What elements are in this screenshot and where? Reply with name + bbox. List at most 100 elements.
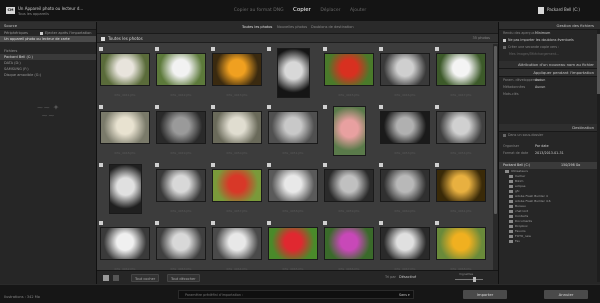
tab-duplicates[interactable]: Doublons de destination xyxy=(311,25,354,29)
photo-cell[interactable]: IMG_4051.JPG xyxy=(265,102,321,160)
photo-cell[interactable]: IMG_4047.JPG xyxy=(433,44,489,102)
photo-thumbnail[interactable] xyxy=(380,111,430,144)
photo-checkbox[interactable] xyxy=(211,221,215,225)
photo-cell[interactable]: IMG_4068.JPG xyxy=(433,218,489,276)
photo-thumbnail[interactable] xyxy=(333,106,366,156)
photo-checkbox[interactable] xyxy=(211,105,215,109)
photo-checkbox[interactable] xyxy=(323,105,327,109)
second-copy-option[interactable]: Créer une seconde copie vers : xyxy=(499,44,600,51)
second-copy-checkbox[interactable] xyxy=(503,45,506,49)
folder-item[interactable]: Fav xyxy=(499,239,600,244)
photo-cell[interactable] xyxy=(97,160,153,218)
rename-header[interactable]: Attribution d'un nouveau nom au fichier xyxy=(499,61,600,69)
photo-checkbox[interactable] xyxy=(155,105,159,109)
photo-checkbox[interactable] xyxy=(99,105,103,109)
photo-cell[interactable]: IMG_4066.JPG xyxy=(321,218,377,276)
photo-checkbox[interactable] xyxy=(211,163,215,167)
photo-thumbnail[interactable] xyxy=(436,53,486,86)
photo-checkbox[interactable] xyxy=(379,221,383,225)
photo-checkbox[interactable] xyxy=(435,105,439,109)
photo-thumbnail[interactable] xyxy=(268,111,318,144)
photo-checkbox[interactable] xyxy=(435,221,439,225)
photo-thumbnail[interactable] xyxy=(212,111,262,144)
mode-add[interactable]: Ajouter xyxy=(350,8,366,13)
drive-row[interactable]: Packard Bell (C:) 150/298 Go xyxy=(499,162,600,169)
photo-cell[interactable]: IMG_4064.JPG xyxy=(209,218,265,276)
photo-cell[interactable]: IMG_4056.JPG xyxy=(153,160,209,218)
cancel-button[interactable]: Annuler xyxy=(544,290,588,299)
photo-checkbox[interactable] xyxy=(379,105,383,109)
photo-cell[interactable]: IMG_4043.JPG xyxy=(209,44,265,102)
photo-cell[interactable]: IMG_4046.JPG xyxy=(377,44,433,102)
photo-thumbnail[interactable] xyxy=(324,227,374,260)
photo-cell[interactable]: IMG_4050.JPG xyxy=(209,102,265,160)
photo-checkbox[interactable] xyxy=(211,47,215,51)
photo-checkbox[interactable] xyxy=(267,221,271,225)
mode-move[interactable]: Déplacer xyxy=(320,8,340,13)
photo-thumbnail[interactable] xyxy=(212,169,262,202)
photo-thumbnail[interactable] xyxy=(156,227,206,260)
photo-checkbox[interactable] xyxy=(379,47,383,51)
dev-settings-dropdown[interactable]: Aucun xyxy=(535,77,545,84)
scroll-thumb[interactable] xyxy=(494,46,497,214)
destination-title[interactable]: Packard Bell (C:) xyxy=(547,7,580,12)
slider-knob[interactable] xyxy=(473,277,476,282)
file-handling-header[interactable]: Gestion des fichiers xyxy=(499,22,600,30)
photo-cell[interactable]: IMG_4065.JPG xyxy=(265,218,321,276)
photo-thumbnail[interactable] xyxy=(100,53,150,86)
uncheck-all-button[interactable]: Tout décocher xyxy=(167,274,200,282)
organize-dropdown[interactable]: Par date xyxy=(535,143,549,150)
drive-item[interactable]: Disque amovible (G:) xyxy=(0,72,96,78)
photo-checkbox[interactable] xyxy=(435,47,439,51)
photo-thumbnail[interactable] xyxy=(156,53,206,86)
no-duplicates-checkbox[interactable] xyxy=(503,38,506,42)
device-item[interactable]: Un appareil photo ou lecteur de carte xyxy=(0,36,96,42)
photo-cell[interactable]: IMG_4054.JPG xyxy=(433,102,489,160)
photo-thumbnail[interactable] xyxy=(436,169,486,202)
photo-cell[interactable]: IMG_4059.JPG xyxy=(321,160,377,218)
date-format-dropdown[interactable]: 2013/2013-01-31 xyxy=(535,150,564,157)
previews-dropdown[interactable]: Minimum xyxy=(535,30,550,37)
loupe-view-button[interactable] xyxy=(113,275,119,281)
metadata-dropdown[interactable]: Aucun xyxy=(535,84,545,91)
thumbnail-size-slider[interactable] xyxy=(455,277,483,282)
photo-thumbnail[interactable] xyxy=(109,164,142,214)
grid-view-button[interactable] xyxy=(103,275,109,281)
photo-thumbnail[interactable] xyxy=(277,48,310,98)
photo-thumbnail[interactable] xyxy=(324,53,374,86)
import-button[interactable]: Importer xyxy=(463,290,507,299)
no-duplicates-option[interactable]: Ne pas importer les doublons éventuels xyxy=(499,37,600,44)
destination-header[interactable]: Destination xyxy=(499,124,600,132)
photo-thumbnail[interactable] xyxy=(156,169,206,202)
photo-cell[interactable] xyxy=(321,102,377,160)
photo-checkbox[interactable] xyxy=(323,221,327,225)
photo-cell[interactable] xyxy=(265,44,321,102)
photo-cell[interactable]: IMG_4053.JPG xyxy=(377,102,433,160)
photo-checkbox[interactable] xyxy=(323,163,327,167)
photo-cell[interactable]: IMG_4041.JPG xyxy=(97,44,153,102)
photo-thumbnail[interactable] xyxy=(100,111,150,144)
photo-thumbnail[interactable] xyxy=(212,53,262,86)
photo-checkbox[interactable] xyxy=(267,163,271,167)
photo-cell[interactable]: IMG_4062.JPG xyxy=(97,218,153,276)
photo-checkbox[interactable] xyxy=(323,47,327,51)
tab-new-photos[interactable]: Nouvelles photos xyxy=(277,25,307,29)
photo-cell[interactable]: IMG_4045.JPG xyxy=(321,44,377,102)
photo-thumbnail[interactable] xyxy=(380,169,430,202)
photo-cell[interactable]: IMG_4042.JPG xyxy=(153,44,209,102)
photo-thumbnail[interactable] xyxy=(100,227,150,260)
photo-cell[interactable]: IMG_4061.JPG xyxy=(433,160,489,218)
photo-checkbox[interactable] xyxy=(99,163,103,167)
subfolder-option[interactable]: Dans un sous-dossier xyxy=(499,132,600,139)
source-header[interactable]: Source xyxy=(0,22,96,30)
photo-cell[interactable]: IMG_4063.JPG xyxy=(153,218,209,276)
photo-cell[interactable]: IMG_4067.JPG xyxy=(377,218,433,276)
photo-checkbox[interactable] xyxy=(155,163,159,167)
eject-checkbox[interactable] xyxy=(40,31,43,35)
photo-cell[interactable]: IMG_4060.JPG xyxy=(377,160,433,218)
photo-checkbox[interactable] xyxy=(435,163,439,167)
photo-thumbnail[interactable] xyxy=(156,111,206,144)
photo-checkbox[interactable] xyxy=(267,47,271,51)
subfolder-checkbox[interactable] xyxy=(503,133,506,137)
photo-thumbnail[interactable] xyxy=(212,227,262,260)
